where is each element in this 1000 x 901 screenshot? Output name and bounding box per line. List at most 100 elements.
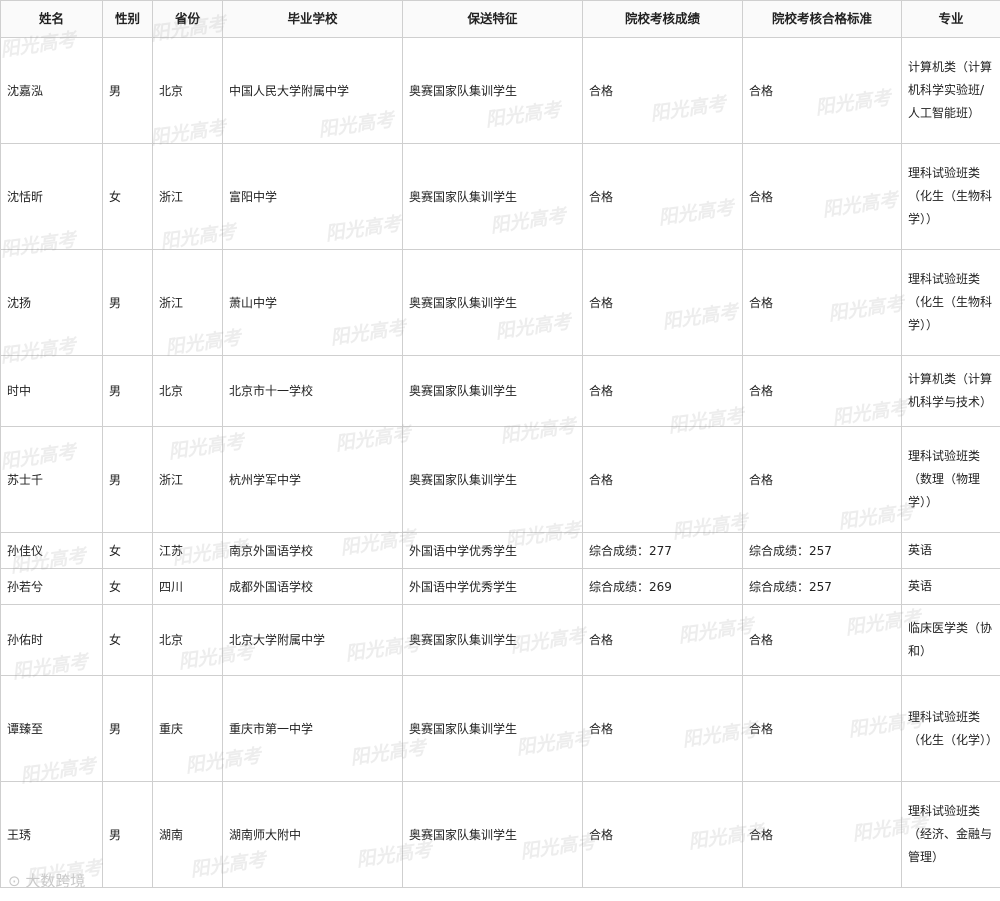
cell-standard: 合格 (742, 426, 902, 533)
cell-major: 理科试验班类（化生（生物科学）） (901, 249, 1000, 356)
header-row: 姓名 性别 省份 毕业学校 保送特征 院校考核成绩 院校考核合格标准 专业 (0, 0, 1000, 38)
cell-province: 重庆 (152, 675, 223, 782)
cell-feature: 奥赛国家队集训学生 (402, 355, 583, 427)
cell-school: 富阳中学 (222, 143, 403, 250)
cell-gender: 女 (102, 604, 153, 676)
header-school: 毕业学校 (222, 0, 403, 38)
cell-name: 沈扬 (0, 249, 103, 356)
cell-feature: 奥赛国家队集训学生 (402, 143, 583, 250)
footer-logo-text: 大数跨境 (25, 872, 86, 890)
cell-major: 计算机类（计算机科学实验班/人工智能班） (901, 37, 1000, 144)
table-row: 时中 男 北京 北京市十一学校 奥赛国家队集训学生 合格 合格 计算机类（计算机… (0, 355, 1000, 427)
cell-score: 合格 (582, 249, 743, 356)
cell-gender: 女 (102, 143, 153, 250)
cell-score: 合格 (582, 143, 743, 250)
cell-major: 计算机类（计算机科学与技术） (901, 355, 1000, 427)
cell-gender: 女 (102, 532, 153, 569)
cell-feature: 外国语中学优秀学生 (402, 532, 583, 569)
cell-score: 合格 (582, 604, 743, 676)
cell-name: 孙若兮 (0, 568, 103, 605)
cell-school: 北京大学附属中学 (222, 604, 403, 676)
cell-name: 苏士千 (0, 426, 103, 533)
footer-logo: ⊙ 大数跨境 (8, 870, 85, 891)
cell-province: 浙江 (152, 143, 223, 250)
cell-province: 江苏 (152, 532, 223, 569)
table-row: 孙若兮 女 四川 成都外国语学校 外国语中学优秀学生 综合成绩：269 综合成绩… (0, 568, 1000, 605)
table-row: 孙佳仪 女 江苏 南京外国语学校 外国语中学优秀学生 综合成绩：277 综合成绩… (0, 532, 1000, 569)
cell-standard: 合格 (742, 37, 902, 144)
cell-school: 北京市十一学校 (222, 355, 403, 427)
cell-school: 杭州学军中学 (222, 426, 403, 533)
cell-feature: 奥赛国家队集训学生 (402, 249, 583, 356)
cell-name: 时中 (0, 355, 103, 427)
cell-name: 孙佑时 (0, 604, 103, 676)
cell-major: 英语 (901, 568, 1000, 605)
cell-standard: 合格 (742, 781, 902, 888)
cell-major: 理科试验班类（经济、金融与管理） (901, 781, 1000, 888)
table-row: 沈恬昕 女 浙江 富阳中学 奥赛国家队集训学生 合格 合格 理科试验班类（化生（… (0, 143, 1000, 250)
cell-major: 临床医学类（协和） (901, 604, 1000, 676)
header-province: 省份 (152, 0, 223, 38)
table-row: 沈嘉泓 男 北京 中国人民大学附属中学 奥赛国家队集训学生 合格 合格 计算机类… (0, 37, 1000, 144)
cell-feature: 奥赛国家队集训学生 (402, 604, 583, 676)
table-row: 孙佑时 女 北京 北京大学附属中学 奥赛国家队集训学生 合格 合格 临床医学类（… (0, 604, 1000, 676)
cell-province: 浙江 (152, 426, 223, 533)
header-major: 专业 (901, 0, 1000, 38)
cell-score: 综合成绩：269 (582, 568, 743, 605)
cell-province: 湖南 (152, 781, 223, 888)
cell-score: 综合成绩：277 (582, 532, 743, 569)
cell-standard: 合格 (742, 143, 902, 250)
table-row: 谭臻至 男 重庆 重庆市第一中学 奥赛国家队集训学生 合格 合格 理科试验班类（… (0, 675, 1000, 782)
cell-gender: 男 (102, 355, 153, 427)
cell-standard: 综合成绩：257 (742, 532, 902, 569)
cell-province: 北京 (152, 37, 223, 144)
cell-major: 理科试验班类（化生（化学）） (901, 675, 1000, 782)
cell-name: 沈恬昕 (0, 143, 103, 250)
table-row: 苏士千 男 浙江 杭州学军中学 奥赛国家队集训学生 合格 合格 理科试验班类（数… (0, 426, 1000, 533)
cell-score: 合格 (582, 675, 743, 782)
cell-province: 四川 (152, 568, 223, 605)
cell-name: 孙佳仪 (0, 532, 103, 569)
header-score: 院校考核成绩 (582, 0, 743, 38)
cell-school: 湖南师大附中 (222, 781, 403, 888)
cell-gender: 女 (102, 568, 153, 605)
cell-feature: 奥赛国家队集训学生 (402, 37, 583, 144)
header-standard: 院校考核合格标准 (742, 0, 902, 38)
cell-name: 沈嘉泓 (0, 37, 103, 144)
cell-gender: 男 (102, 426, 153, 533)
cell-gender: 男 (102, 781, 153, 888)
cell-major: 英语 (901, 532, 1000, 569)
header-name: 姓名 (0, 0, 103, 38)
cell-name: 谭臻至 (0, 675, 103, 782)
cell-score: 合格 (582, 37, 743, 144)
cell-standard: 综合成绩：257 (742, 568, 902, 605)
cell-school: 萧山中学 (222, 249, 403, 356)
cell-standard: 合格 (742, 249, 902, 356)
cell-standard: 合格 (742, 604, 902, 676)
cell-province: 北京 (152, 604, 223, 676)
cell-major: 理科试验班类（化生（生物科学）） (901, 143, 1000, 250)
cell-school: 南京外国语学校 (222, 532, 403, 569)
cell-gender: 男 (102, 675, 153, 782)
table-row: 沈扬 男 浙江 萧山中学 奥赛国家队集训学生 合格 合格 理科试验班类（化生（生… (0, 249, 1000, 356)
cell-school: 中国人民大学附属中学 (222, 37, 403, 144)
cell-feature: 奥赛国家队集训学生 (402, 675, 583, 782)
admissions-table: 姓名 性别 省份 毕业学校 保送特征 院校考核成绩 院校考核合格标准 专业 沈嘉… (0, 0, 1000, 888)
cell-score: 合格 (582, 426, 743, 533)
cell-standard: 合格 (742, 675, 902, 782)
cell-score: 合格 (582, 781, 743, 888)
header-gender: 性别 (102, 0, 153, 38)
cell-province: 北京 (152, 355, 223, 427)
cell-province: 浙江 (152, 249, 223, 356)
cell-gender: 男 (102, 37, 153, 144)
cell-feature: 奥赛国家队集训学生 (402, 426, 583, 533)
cell-feature: 外国语中学优秀学生 (402, 568, 583, 605)
header-feature: 保送特征 (402, 0, 583, 38)
cell-gender: 男 (102, 249, 153, 356)
table-row: 王琇 男 湖南 湖南师大附中 奥赛国家队集训学生 合格 合格 理科试验班类（经济… (0, 781, 1000, 888)
cell-major: 理科试验班类（数理（物理学）） (901, 426, 1000, 533)
cell-score: 合格 (582, 355, 743, 427)
cell-standard: 合格 (742, 355, 902, 427)
logo-icon: ⊙ (8, 872, 21, 890)
cell-feature: 奥赛国家队集训学生 (402, 781, 583, 888)
